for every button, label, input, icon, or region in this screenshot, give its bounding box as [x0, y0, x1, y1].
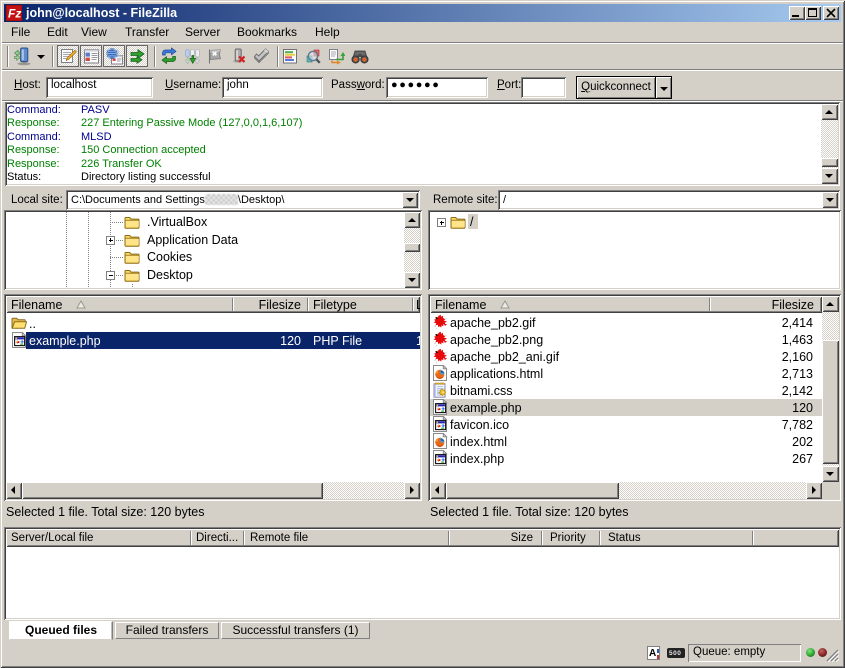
- svg-text:Fz: Fz: [8, 7, 21, 21]
